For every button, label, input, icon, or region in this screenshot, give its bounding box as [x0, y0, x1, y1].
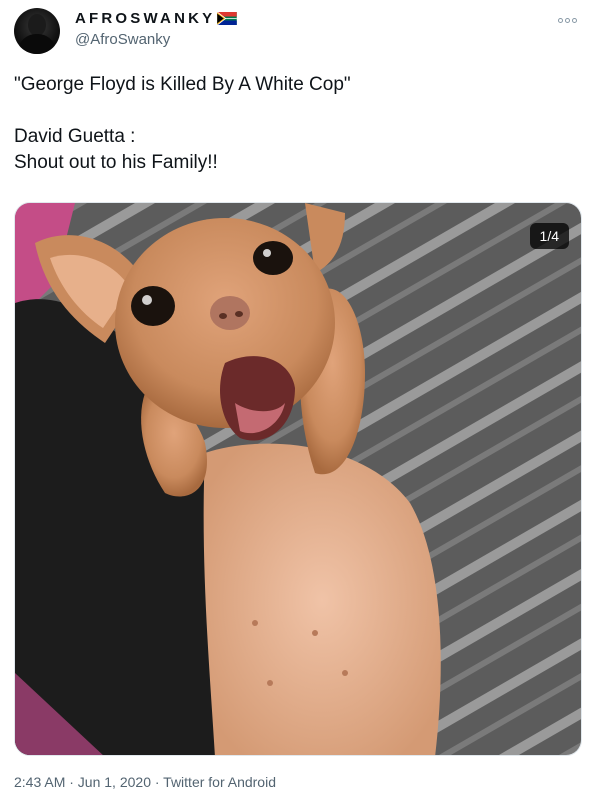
- more-dot: [564, 17, 570, 23]
- more-dot: [571, 17, 577, 23]
- south-africa-flag-icon: [217, 12, 238, 25]
- author-display-name[interactable]: AFROSWANKY: [75, 10, 215, 27]
- chihuahua-photo: [15, 203, 581, 755]
- media-counter: 1/4: [529, 223, 569, 249]
- tweet-text: "George Floyd is Killed By A White Cop" …: [14, 74, 351, 173]
- avatar-shoulders: [18, 34, 56, 54]
- author-handle[interactable]: @AfroSwanky: [75, 31, 170, 48]
- tweet-media-photo[interactable]: 1/4: [14, 202, 582, 756]
- author-name-row[interactable]: AFROSWANKY: [75, 10, 238, 27]
- avatar[interactable]: [14, 8, 60, 54]
- more-options-icon[interactable]: [555, 12, 579, 28]
- avatar-head: [28, 14, 46, 36]
- tweet-meta[interactable]: 2:43 AM · Jun 1, 2020 · Twitter for Andr…: [14, 774, 276, 790]
- more-dot: [557, 17, 563, 23]
